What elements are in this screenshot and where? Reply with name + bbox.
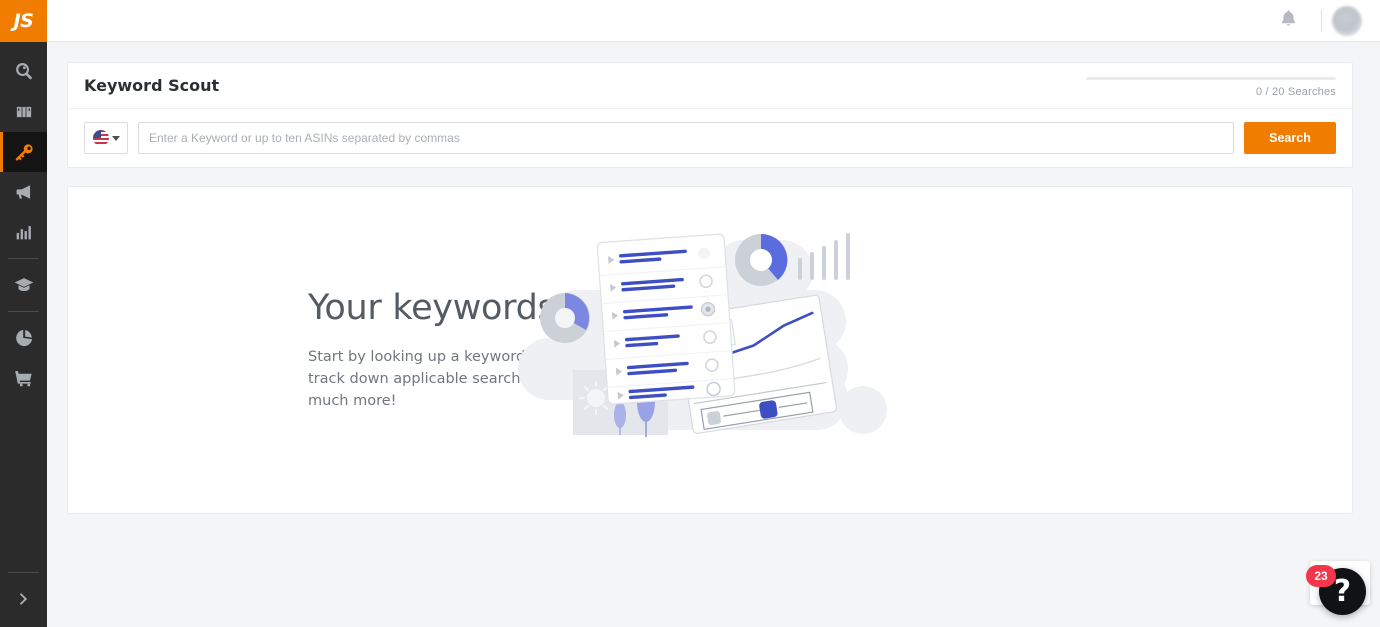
keyword-research-illustration <box>508 230 908 470</box>
bell-icon <box>1278 8 1299 34</box>
searches-count-label: 0 / 20 Searches <box>1255 86 1336 98</box>
sidebar-item-keyword-scout[interactable] <box>0 132 47 172</box>
notifications-button[interactable] <box>1271 4 1305 38</box>
keyword-input[interactable] <box>138 122 1234 154</box>
key-icon <box>13 141 35 163</box>
megaphone-icon <box>13 181 35 203</box>
pie-chart-icon <box>13 327 35 349</box>
us-flag-icon <box>92 130 109 146</box>
search-button[interactable]: Search <box>1244 122 1336 154</box>
graduation-cap-icon <box>13 274 35 296</box>
page-title: Keyword Scout <box>84 76 220 95</box>
sidebar-item-analytics[interactable] <box>0 212 47 252</box>
binoculars-icon <box>13 101 35 123</box>
empty-state-text: Your keywords await! Start by looking up… <box>68 288 674 412</box>
page-content: Keyword Scout 0 / 20 Searches Search <box>47 42 1380 627</box>
sidebar: JS <box>0 0 47 627</box>
sidebar-item-product-database[interactable] <box>0 92 47 132</box>
sidebar-item-marketing[interactable] <box>0 172 47 212</box>
topbar-divider <box>1321 9 1322 32</box>
avatar[interactable] <box>1332 5 1362 36</box>
app-logo[interactable]: JS <box>0 0 47 42</box>
shopping-cart-icon <box>13 367 35 389</box>
keyword-search-panel: Keyword Scout 0 / 20 Searches Search <box>67 62 1353 168</box>
sidebar-expand-button[interactable] <box>0 579 47 619</box>
chevron-down-icon <box>111 135 120 141</box>
help-badge: 23 <box>1306 565 1336 587</box>
topbar <box>47 0 1380 42</box>
chevron-right-icon <box>14 589 34 609</box>
empty-state-panel: Your keywords await! Start by looking up… <box>67 186 1353 514</box>
sidebar-nav <box>0 42 47 398</box>
searches-progress-track <box>1086 77 1336 80</box>
sidebar-item-share-of-voice[interactable] <box>0 318 47 358</box>
panel-header: Keyword Scout 0 / 20 Searches <box>68 63 1352 109</box>
sidebar-divider <box>8 311 39 312</box>
sidebar-divider-bottom <box>8 572 39 573</box>
logo-text: JS <box>13 10 34 32</box>
magnifier-tag-icon <box>13 61 35 83</box>
searches-quota: 0 / 20 Searches <box>1086 73 1336 98</box>
sidebar-divider <box>8 258 39 259</box>
sidebar-bottom <box>0 566 47 627</box>
bar-chart-icon <box>13 221 35 243</box>
sidebar-item-academy[interactable] <box>0 265 47 305</box>
empty-state-title: Your keywords await! <box>308 288 674 328</box>
country-selector[interactable] <box>84 122 128 154</box>
help-widget: 23 ? <box>1306 555 1372 621</box>
search-row: Search <box>68 109 1352 167</box>
sidebar-item-product-research[interactable] <box>0 52 47 92</box>
sidebar-item-storefront[interactable] <box>0 358 47 398</box>
